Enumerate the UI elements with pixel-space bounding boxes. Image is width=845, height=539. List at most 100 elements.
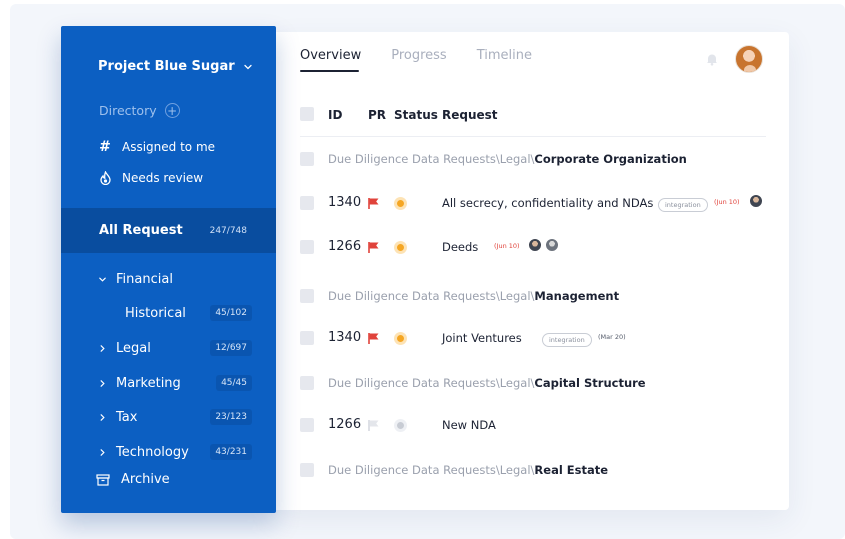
table-row[interactable]: 1266 New NDA xyxy=(300,411,766,439)
request-title[interactable]: New NDA xyxy=(442,418,496,432)
group-name: Corporate Organization xyxy=(534,152,687,166)
all-request-label: All Request xyxy=(99,223,183,238)
archive-label: Archive xyxy=(121,472,170,487)
select-all-checkbox[interactable] xyxy=(300,107,314,121)
category-label: Marketing xyxy=(116,375,181,391)
sidebar-item-technology[interactable]: Technology 43/231 xyxy=(61,441,276,463)
category-count-badge: 12/697 xyxy=(210,340,252,356)
archive-icon xyxy=(96,473,110,486)
table-row[interactable]: 1340 Joint Ventures integration (Mar 20) xyxy=(300,324,766,352)
chevron-right-icon[interactable] xyxy=(97,447,107,457)
table-row[interactable]: 1340 All secrecy, confidentiality and ND… xyxy=(300,189,766,217)
flame-icon xyxy=(98,171,112,185)
row-id: 1266 xyxy=(328,239,362,254)
group-name: Capital Structure xyxy=(534,376,646,390)
chevron-right-icon[interactable] xyxy=(97,412,107,422)
row-id: 1340 xyxy=(328,195,362,210)
request-title[interactable]: Deeds xyxy=(442,240,478,254)
row-checkbox[interactable] xyxy=(300,331,314,345)
column-header-pr[interactable]: PR xyxy=(368,108,386,122)
sidebar-item-historical[interactable]: Historical 45/102 xyxy=(61,302,276,324)
sidebar-item-marketing[interactable]: Marketing 45/45 xyxy=(61,372,276,394)
chevron-down-icon[interactable] xyxy=(97,274,107,284)
row-id: 1340 xyxy=(328,330,362,345)
column-header-id[interactable]: ID xyxy=(328,108,342,122)
category-count-badge: 43/231 xyxy=(210,444,252,460)
due-date: (Jun 10) xyxy=(494,242,520,250)
sidebar-item-legal[interactable]: Legal 12/697 xyxy=(61,337,276,359)
group-path: Due Diligence Data Requests\Legal\Real E… xyxy=(328,463,609,477)
sidebar-item-archive[interactable]: Archive xyxy=(96,472,170,487)
group-row[interactable]: Due Diligence Data Requests\Legal\Capita… xyxy=(300,369,766,397)
status-indicator xyxy=(394,419,407,432)
group-name: Real Estate xyxy=(534,463,609,477)
group-row[interactable]: Due Diligence Data Requests\Legal\Corpor… xyxy=(300,145,766,173)
tab-progress[interactable]: Progress xyxy=(391,48,446,63)
group-path: Due Diligence Data Requests\Legal\Capita… xyxy=(328,376,646,390)
column-header-status[interactable]: Status xyxy=(394,108,438,122)
status-indicator xyxy=(394,332,407,345)
assignee-avatar[interactable] xyxy=(749,194,763,208)
group-checkbox[interactable] xyxy=(300,152,314,166)
due-date: (Jun 10) xyxy=(714,198,740,206)
sidebar-item-tax[interactable]: Tax 23/123 xyxy=(61,406,276,428)
chevron-right-icon[interactable] xyxy=(97,378,107,388)
assignee-avatar[interactable] xyxy=(528,238,542,252)
status-indicator xyxy=(394,241,407,254)
category-count-badge: 45/102 xyxy=(210,305,252,321)
row-checkbox[interactable] xyxy=(300,418,314,432)
directory-label: Directory xyxy=(99,103,157,118)
flag-icon[interactable] xyxy=(367,241,380,254)
sidebar-item-label: Assigned to me xyxy=(122,140,216,154)
chevron-right-icon[interactable] xyxy=(97,343,107,353)
table-header: ID PR Status Request xyxy=(300,107,766,137)
sidebar: Project Blue Sugar Directory + # Assigne… xyxy=(61,26,276,513)
group-checkbox[interactable] xyxy=(300,289,314,303)
column-header-request[interactable]: Request xyxy=(442,108,498,122)
group-row[interactable]: Due Diligence Data Requests\Legal\Manage… xyxy=(300,282,766,310)
row-id: 1266 xyxy=(328,417,362,432)
tab-overview[interactable]: Overview xyxy=(300,48,361,72)
category-count-badge: 45/45 xyxy=(216,375,252,391)
group-row[interactable]: Due Diligence Data Requests\Legal\Real E… xyxy=(300,456,766,484)
flag-icon[interactable] xyxy=(367,419,380,432)
all-request-count: 247/748 xyxy=(209,225,247,236)
sidebar-item-financial[interactable]: Financial xyxy=(61,268,276,290)
request-title[interactable]: All secrecy, confidentiality and NDAs xyxy=(442,196,653,210)
tab-timeline[interactable]: Timeline xyxy=(477,48,532,63)
sidebar-item-assigned[interactable]: # Assigned to me xyxy=(98,139,216,155)
group-name: Management xyxy=(534,289,620,303)
add-directory-icon[interactable]: + xyxy=(164,103,180,118)
tag-pill: integration xyxy=(658,198,708,212)
sidebar-item-all-request[interactable]: All Request 247/748 xyxy=(61,208,276,253)
directory-header: Directory + xyxy=(99,103,180,118)
chevron-down-icon xyxy=(244,64,252,69)
row-checkbox[interactable] xyxy=(300,240,314,254)
bell-icon[interactable] xyxy=(705,52,719,66)
assignee-avatar[interactable] xyxy=(545,238,559,252)
category-label: Technology xyxy=(116,444,189,460)
sidebar-item-needs-review[interactable]: Needs review xyxy=(98,171,203,185)
flag-icon[interactable] xyxy=(367,197,380,210)
group-checkbox[interactable] xyxy=(300,463,314,477)
due-date: (Mar 20) xyxy=(598,333,626,341)
project-switcher[interactable]: Project Blue Sugar xyxy=(98,59,253,74)
row-checkbox[interactable] xyxy=(300,196,314,210)
project-name: Project Blue Sugar xyxy=(98,59,235,74)
group-checkbox[interactable] xyxy=(300,376,314,390)
flag-icon[interactable] xyxy=(367,332,380,345)
group-path: Due Diligence Data Requests\Legal\Corpor… xyxy=(328,152,687,166)
user-avatar[interactable] xyxy=(735,45,763,73)
category-label: Legal xyxy=(116,340,151,356)
table-row[interactable]: 1266 Deeds (Jun 10) xyxy=(300,233,766,261)
status-indicator xyxy=(394,197,407,210)
sidebar-item-label: Needs review xyxy=(122,171,204,185)
category-count-badge: 23/123 xyxy=(210,409,252,425)
category-label: Historical xyxy=(125,305,186,321)
tag-pill: integration xyxy=(542,333,592,347)
hash-icon: # xyxy=(99,139,111,155)
category-label: Financial xyxy=(116,271,173,287)
request-title[interactable]: Joint Ventures xyxy=(442,331,522,345)
category-label: Tax xyxy=(116,409,138,425)
group-path: Due Diligence Data Requests\Legal\Manage… xyxy=(328,289,620,303)
